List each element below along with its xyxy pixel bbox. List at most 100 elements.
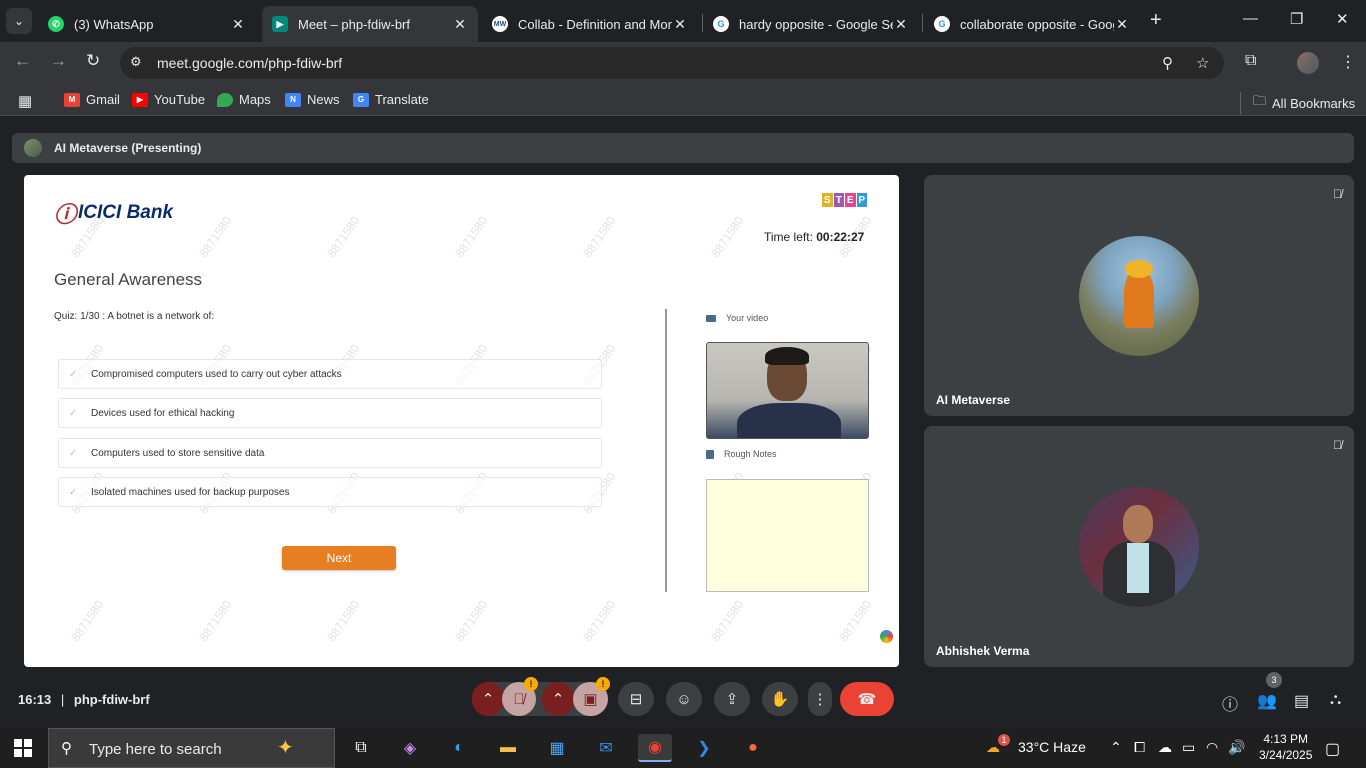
- webcam-preview: [706, 342, 869, 439]
- wifi-icon[interactable]: ◠: [1206, 739, 1218, 756]
- meet-tray-icon[interactable]: ⧠: [1134, 739, 1145, 756]
- battery-icon[interactable]: ▭: [1182, 739, 1195, 756]
- leave-call-button[interactable]: ☎: [840, 682, 894, 716]
- tab-whatsapp[interactable]: ✆ (3) WhatsApp ✕: [38, 6, 256, 42]
- zoom-icon[interactable]: ⚲: [1162, 54, 1173, 72]
- notifications-icon[interactable]: ▢: [1325, 739, 1340, 759]
- file-explorer-icon[interactable]: ▬: [491, 734, 525, 762]
- address-bar[interactable]: ⚙ meet.google.com/php-fdiw-brf ⚲ ☆: [120, 47, 1224, 79]
- windows-taskbar: ⚲ Type here to search ✦ ⧉ ◈ ◐ ▬ ▦ ✉ ◉ ❯ …: [0, 728, 1366, 768]
- tab-title: Collab - Definition and More: [518, 16, 672, 32]
- tab-collab[interactable]: MW Collab - Definition and More ✕: [482, 6, 698, 42]
- camera-off-button[interactable]: ▣ !: [573, 677, 610, 716]
- reload-icon[interactable]: ↻: [86, 51, 100, 71]
- bookmark-translate[interactable]: G Translate: [353, 92, 429, 107]
- apps-grid-icon[interactable]: ▦: [18, 92, 32, 110]
- step-letter: S: [822, 193, 833, 207]
- present-button[interactable]: ⇪: [714, 682, 750, 716]
- mic-alert-badge: !: [524, 677, 538, 691]
- copilot-icon[interactable]: ◈: [393, 734, 427, 762]
- check-icon: ✓: [69, 368, 78, 380]
- mic-options-chevron-icon[interactable]: ⌃: [472, 682, 504, 716]
- window-close-icon[interactable]: ✕: [1336, 10, 1349, 28]
- tab-search-chevron-icon[interactable]: ⌄: [6, 8, 32, 34]
- tab-meet[interactable]: ▶ Meet – php-fdiw-brf ✕: [262, 6, 478, 42]
- browser-menu-icon[interactable]: ⋮: [1340, 52, 1356, 72]
- quiz-option[interactable]: ✓ Compromised computers used to carry ou…: [58, 359, 602, 389]
- captions-icon: ⊟: [629, 691, 643, 708]
- vscode-icon[interactable]: ❯: [687, 734, 721, 762]
- icici-mark-icon: ⓘ: [54, 202, 77, 227]
- participant-tile[interactable]: 🎙̸ Abhishek Verma: [924, 426, 1354, 667]
- mic-off-button[interactable]: 🎙̸ !: [502, 677, 538, 716]
- meet-area: AI Metaverse (Presenting) 8871580 8871580…: [0, 117, 1366, 728]
- shared-screen: 8871580 8871580 8871580 8871580 8871580 88715…: [24, 175, 899, 667]
- bookmark-youtube[interactable]: ▶ YouTube: [132, 92, 205, 107]
- quiz-option[interactable]: ✓ Isolated machines used for backup purp…: [58, 477, 602, 507]
- chat-icon[interactable]: ▤: [1294, 691, 1309, 711]
- close-icon[interactable]: ✕: [893, 16, 909, 33]
- postman-icon[interactable]: ●: [736, 734, 770, 762]
- raise-hand-button[interactable]: ✋: [762, 682, 798, 716]
- emoji-button[interactable]: ☺: [666, 682, 702, 716]
- presenting-label: AI Metaverse (Presenting): [54, 141, 202, 155]
- bookmark-gmail[interactable]: M Gmail: [64, 92, 120, 107]
- step-logo: STEP: [822, 193, 868, 215]
- clock-date: 3/24/2025: [1259, 748, 1313, 762]
- close-icon[interactable]: ✕: [230, 16, 246, 33]
- minimize-icon[interactable]: —: [1243, 10, 1258, 27]
- forward-arrow-icon[interactable]: →: [50, 51, 67, 71]
- new-tab-plus-icon[interactable]: +: [1150, 9, 1162, 32]
- edge-icon[interactable]: ◐: [442, 734, 476, 762]
- restore-icon[interactable]: ❐: [1290, 10, 1303, 28]
- more-options-button[interactable]: ⋮: [808, 682, 832, 716]
- folder-icon: 🗀: [1253, 93, 1267, 108]
- watermark-text: 8871580: [324, 213, 363, 261]
- browser-toolbar: ← → ↻ ⚙ meet.google.com/php-fdiw-brf ⚲ ☆…: [0, 42, 1366, 84]
- people-icon[interactable]: 👥: [1257, 691, 1277, 711]
- camera-options-chevron-icon[interactable]: ⌃: [542, 682, 574, 716]
- watermark-text: 8871580: [708, 597, 747, 645]
- close-icon[interactable]: ✕: [672, 16, 688, 33]
- meeting-details-icon[interactable]: ⓘ: [1222, 691, 1238, 715]
- bookmark-news[interactable]: N News: [285, 92, 340, 107]
- close-icon[interactable]: ✕: [452, 16, 468, 33]
- close-icon[interactable]: ✕: [1114, 16, 1130, 33]
- captions-button[interactable]: ⊟: [618, 682, 654, 716]
- all-bookmarks[interactable]: 🗀 All Bookmarks: [1240, 92, 1355, 114]
- meet-reactions-icon[interactable]: [880, 630, 893, 643]
- site-info-icon[interactable]: ⚙: [130, 54, 142, 70]
- onedrive-icon[interactable]: ☁: [1158, 739, 1172, 756]
- store-icon[interactable]: ▦: [540, 734, 574, 762]
- translate-icon: G: [353, 92, 369, 107]
- profile-avatar[interactable]: [1297, 52, 1319, 74]
- avatar: [1079, 236, 1199, 356]
- hangup-icon: ☎: [857, 691, 877, 708]
- bookmark-label: News: [307, 92, 340, 107]
- tab-collaborate-opposite[interactable]: G collaborate opposite - Goog ✕: [924, 6, 1140, 42]
- chrome-icon[interactable]: ◉: [638, 734, 672, 762]
- system-clock[interactable]: 4:13 PM 3/24/2025: [1259, 731, 1312, 763]
- task-view-icon[interactable]: ⧉: [344, 734, 378, 762]
- quiz-option[interactable]: ✓ Computers used to store sensitive data: [58, 438, 602, 468]
- activities-icon[interactable]: ⛬: [1330, 691, 1341, 709]
- tray-chevron-icon[interactable]: ⌃: [1110, 739, 1122, 756]
- quiz-option[interactable]: ✓ Devices used for ethical hacking: [58, 398, 602, 428]
- rough-notes-textarea[interactable]: [706, 479, 869, 592]
- windows-start-icon[interactable]: [14, 739, 32, 757]
- mail-icon[interactable]: ✉: [589, 734, 623, 762]
- bookmark-star-icon[interactable]: ☆: [1196, 54, 1209, 72]
- weather-text[interactable]: 33°C Haze: [1018, 739, 1086, 755]
- bookmark-maps[interactable]: Maps: [217, 92, 271, 107]
- watermark-text: 8871580: [196, 597, 235, 645]
- back-arrow-icon[interactable]: ←: [14, 51, 31, 71]
- tab-hardy-opposite[interactable]: G hardy opposite - Google Sea ✕: [703, 6, 919, 42]
- bookmark-label: Translate: [375, 92, 429, 107]
- volume-icon[interactable]: 🔊: [1228, 739, 1245, 756]
- extensions-icon[interactable]: ⧉: [1245, 52, 1256, 70]
- next-button[interactable]: Next: [282, 546, 396, 570]
- participant-tile[interactable]: 🎙̸ AI Metaverse: [924, 175, 1354, 416]
- taskbar-search[interactable]: ⚲ Type here to search ✦: [48, 728, 335, 768]
- watermark-text: 8871580: [324, 597, 363, 645]
- webcam-person-hair: [765, 347, 809, 365]
